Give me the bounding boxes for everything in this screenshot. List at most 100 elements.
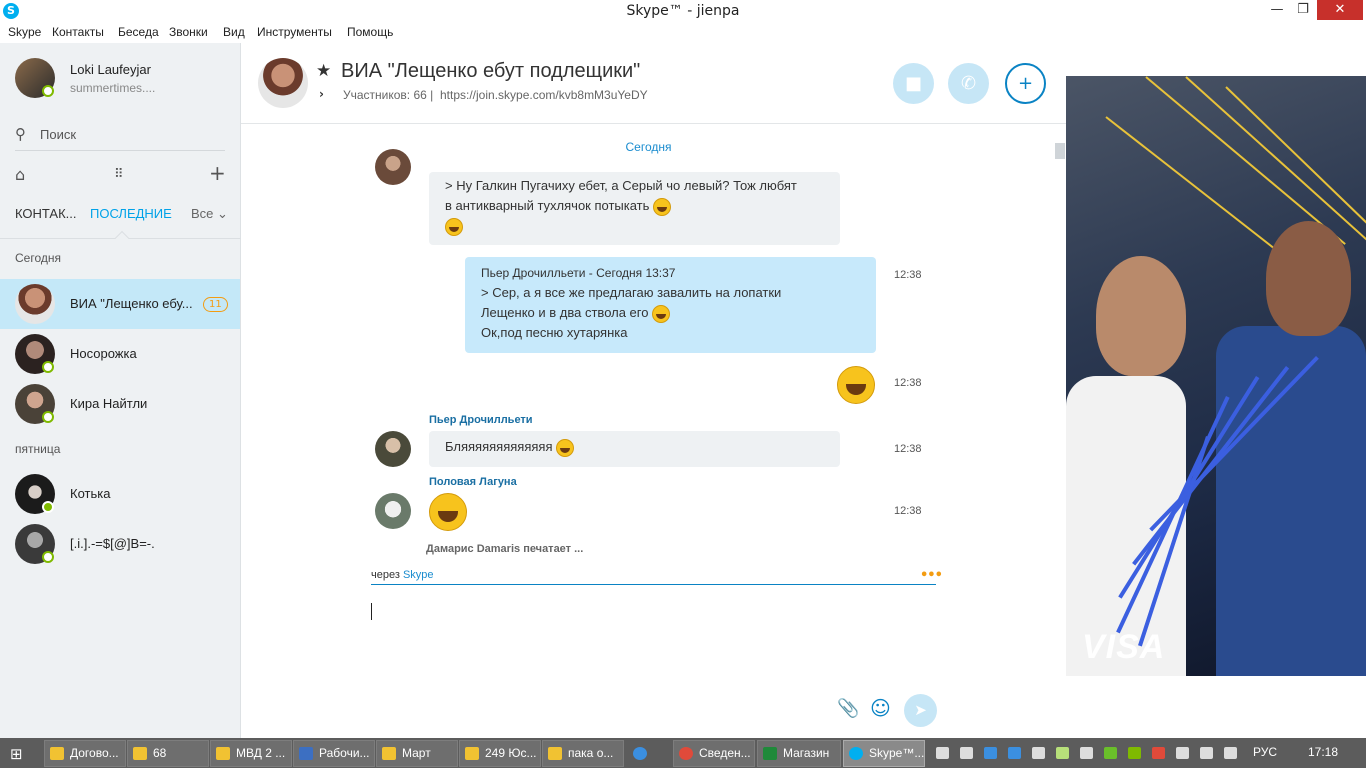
emoticon-icon[interactable]: ☺ (870, 696, 891, 720)
add-person-icon: + (1017, 73, 1034, 94)
chat-header: ★ ВИА "Лещенко ебут подлещики" › Участни… (241, 43, 1066, 124)
add-people-button[interactable]: + (1005, 63, 1046, 104)
unread-badge: 11 (203, 297, 228, 312)
taskbar-item[interactable]: Сведен... (673, 740, 755, 767)
chat-title[interactable]: ВИА "Лещенко ебут подлещики" (341, 60, 640, 83)
tray-icon[interactable] (1032, 747, 1045, 759)
attach-file-icon[interactable]: 📎 (837, 698, 859, 719)
tab-indicator (114, 230, 130, 246)
chevron-right-icon[interactable]: › (319, 87, 324, 101)
tray-icon[interactable] (936, 747, 949, 759)
menu-help[interactable]: Помощь (347, 25, 393, 39)
message-input[interactable] (371, 591, 936, 681)
profile-mood[interactable]: summertimes.... (70, 81, 155, 95)
sender-name[interactable]: Половая Лагуна (429, 476, 517, 488)
menu-conversation[interactable]: Беседа (118, 25, 159, 39)
start-windows-icon[interactable]: ⊞ (10, 745, 23, 763)
search-icon: ⚲ (15, 125, 26, 143)
contact-item[interactable]: [.i.].-=$[@]B=-. (0, 519, 240, 569)
taskbar-item-label: Рабочи... (319, 746, 370, 760)
tray-icon[interactable] (1056, 747, 1069, 759)
dialpad-icon[interactable]: ⠿ (114, 167, 124, 182)
menu-bar: Skype Контакты Беседа Звонки Вид Инструм… (0, 23, 1366, 43)
contact-item[interactable]: Котька (0, 469, 240, 519)
profile-name[interactable]: Loki Laufeyjar (70, 62, 151, 77)
menu-calls[interactable]: Звонки (169, 25, 208, 39)
message-text: Ок,под песню хутарянка (481, 325, 628, 340)
header-separator: | (430, 88, 434, 102)
tray-icon[interactable] (1008, 747, 1021, 759)
taskbar-item[interactable]: МВД 2 ... (210, 740, 292, 767)
participants-label: Участников: 66 (343, 88, 427, 102)
taskbar-item-skype[interactable]: Skype™... (843, 740, 925, 767)
taskbar-item[interactable]: 68 (127, 740, 209, 767)
section-today: Сегодня (15, 251, 61, 265)
clock[interactable]: 17:18 (1308, 745, 1338, 759)
filter-dropdown[interactable]: Все ⌄ (191, 206, 228, 222)
tray-icon[interactable] (1080, 747, 1093, 759)
taskbar-item[interactable] (627, 740, 671, 767)
sender-name[interactable]: Пьер Дрочилльети (429, 414, 533, 426)
contact-name: Котька (70, 486, 111, 501)
send-button[interactable]: ➤ (904, 694, 937, 727)
via-skype-link[interactable]: Skype (403, 569, 434, 581)
participants-count[interactable]: Участников: 66 | (343, 88, 433, 102)
sender-avatar[interactable] (375, 431, 411, 467)
language-indicator[interactable]: РУС (1253, 745, 1277, 759)
tray-icon[interactable] (1200, 747, 1213, 759)
window-icon (299, 747, 313, 760)
taskbar-item-label: Сведен... (699, 746, 751, 760)
taskbar-item-label: Магазин (783, 746, 830, 760)
send-icon: ➤ (914, 701, 927, 719)
sender-avatar[interactable] (375, 493, 411, 529)
video-call-button[interactable]: ■ (893, 63, 934, 104)
minimize-button[interactable]: — (1264, 0, 1290, 20)
voice-call-button[interactable]: ✆ (948, 63, 989, 104)
network-icon[interactable] (1152, 747, 1165, 759)
tray-icon[interactable] (1128, 747, 1141, 759)
search-placeholder: Поиск (40, 127, 77, 142)
folder-icon (133, 747, 147, 760)
online-status-icon (42, 501, 54, 513)
join-link[interactable]: https://join.skype.com/kvb8mM3uYeDY (440, 88, 648, 102)
contact-item[interactable]: Носорожка (0, 329, 240, 379)
tray-icon[interactable] (984, 747, 997, 759)
menu-skype[interactable]: Skype (8, 25, 41, 39)
chat-panel: ★ ВИА "Лещенко ебут подлещики" › Участни… (241, 43, 1066, 738)
sidebar: Loki Laufeyjar summertimes.... ⚲ Поиск ⌂… (0, 43, 241, 738)
tray-icon[interactable] (960, 747, 973, 759)
favorite-star-icon[interactable]: ★ (316, 61, 331, 81)
message-text: > Сер, а я все же предлагаю завалить на … (481, 285, 782, 300)
contact-item[interactable]: ВИА "Лещенко ебу... 11 (0, 279, 240, 329)
volume-icon[interactable] (1176, 747, 1189, 759)
scrollbar-thumb[interactable] (1055, 143, 1065, 159)
contact-name: Носорожка (70, 346, 137, 361)
taskbar-item[interactable]: 249 Юс... (459, 740, 541, 767)
close-button[interactable]: ✕ (1317, 0, 1363, 20)
video-camera-icon: ■ (904, 73, 922, 94)
search-input[interactable]: ⚲ Поиск (15, 125, 225, 151)
message-text: > Ну Галкин Пугачиху ебет, а Серый чо ле… (445, 178, 797, 193)
nvidia-icon[interactable] (1104, 747, 1117, 759)
advertisement-banner[interactable]: VISA (1066, 76, 1366, 676)
tab-contacts[interactable]: КОНТАК... (15, 206, 77, 221)
menu-contacts[interactable]: Контакты (52, 25, 104, 39)
text-cursor (371, 603, 372, 620)
tray-icon[interactable] (1224, 747, 1237, 759)
taskbar-item[interactable]: Март (376, 740, 458, 767)
taskbar-item[interactable]: Магазин (757, 740, 841, 767)
tab-recent[interactable]: ПОСЛЕДНИЕ (90, 206, 172, 221)
taskbar-item[interactable]: Догово... (44, 740, 126, 767)
group-avatar[interactable] (258, 58, 308, 108)
more-options-icon[interactable]: ••• (920, 568, 943, 583)
maximize-button[interactable]: ❐ (1290, 0, 1316, 20)
menu-view[interactable]: Вид (223, 25, 245, 39)
folder-icon (50, 747, 64, 760)
taskbar-item[interactable]: пака о... (542, 740, 624, 767)
menu-tools[interactable]: Инструменты (257, 25, 332, 39)
add-contact-icon[interactable]: + (209, 161, 226, 185)
taskbar-item[interactable]: Рабочи... (293, 740, 375, 767)
contact-item[interactable]: Кира Найтли (0, 379, 240, 429)
sender-avatar[interactable] (375, 149, 411, 185)
home-icon[interactable]: ⌂ (15, 165, 25, 184)
